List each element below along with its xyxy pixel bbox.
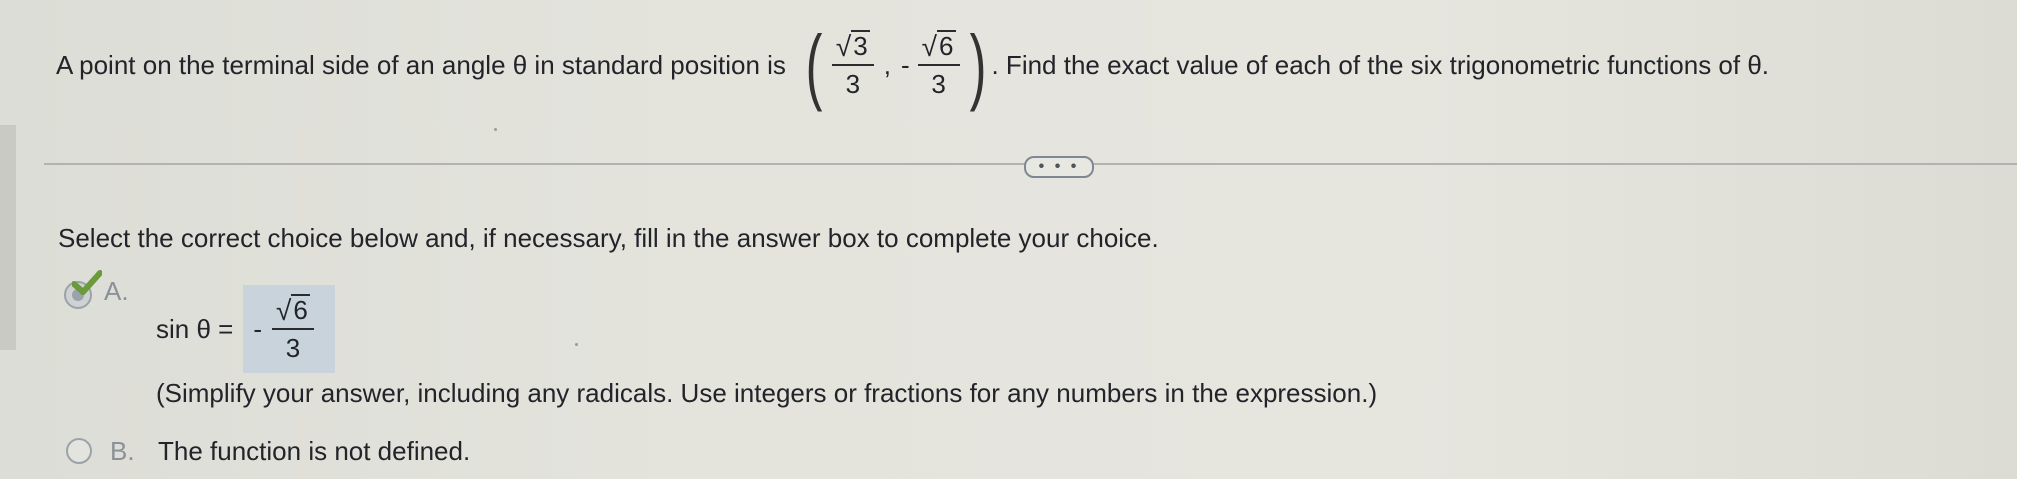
- question-text: A point on the terminal side of an angle…: [56, 20, 1769, 110]
- y-sign: -: [900, 49, 910, 80]
- sqrt-6: √ 6: [921, 30, 956, 62]
- answer-fraction: √ 6 3: [272, 294, 314, 364]
- y-denominator: 3: [931, 68, 946, 99]
- choice-a-answer-row: sin θ = - √ 6 3: [156, 285, 336, 373]
- simplify-hint: (Simplify your answer, including any rad…: [156, 378, 1378, 408]
- y-coordinate-fraction: √ 6 3: [917, 30, 960, 100]
- choice-b-text[interactable]: The function is not defined.: [158, 436, 470, 467]
- left-paren: (: [805, 18, 823, 112]
- question-text-after: . Find the exact value of each of the si…: [991, 49, 1770, 80]
- background-speck: [575, 343, 578, 346]
- question-text-before: A point on the terminal side of an angle…: [56, 49, 786, 80]
- choice-b-radio[interactable]: [66, 438, 92, 464]
- answer-sqrt: √ 6: [276, 294, 310, 326]
- x-coordinate-fraction: √ 3 3: [831, 30, 874, 100]
- instruction-text: Select the correct choice below and, if …: [58, 223, 1159, 253]
- answer-box[interactable]: - √ 6 3: [243, 285, 336, 373]
- check-icon: [72, 270, 102, 295]
- answer-radicand: 6: [291, 294, 310, 326]
- right-paren: ): [969, 18, 986, 112]
- left-edge-strip: [0, 125, 16, 350]
- choice-b-letter: B.: [110, 436, 135, 466]
- sin-theta-label: sin θ =: [156, 313, 234, 344]
- answer-denominator: 3: [285, 332, 301, 363]
- coordinate-comma: ,: [883, 49, 891, 80]
- x-radicand: 3: [851, 30, 870, 62]
- answer-sign: -: [253, 313, 262, 344]
- point-coordinates: ( √ 3 3 , - √ 6 3 ): [800, 23, 992, 107]
- choice-a-letter: A.: [104, 276, 129, 306]
- background-speck: [494, 128, 497, 131]
- y-radicand: 6: [937, 30, 956, 62]
- x-denominator: 3: [845, 68, 861, 99]
- more-options-button[interactable]: • • •: [1024, 156, 1094, 178]
- sqrt-3: √ 3: [835, 30, 870, 62]
